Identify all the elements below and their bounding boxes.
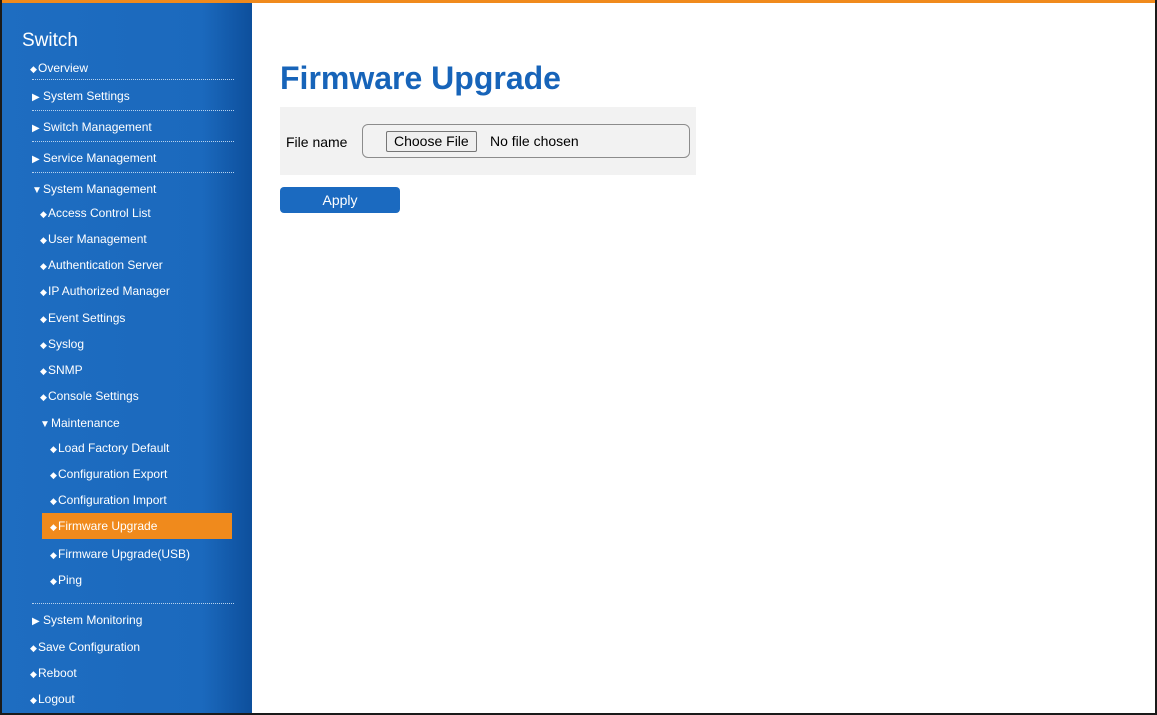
sidebar-item-authentication-server[interactable]: ◆Authentication Server (40, 256, 290, 274)
divider (32, 141, 234, 142)
divider (32, 79, 234, 80)
sidebar-item-label: Access Control List (48, 206, 151, 220)
sidebar-item-console-settings[interactable]: ◆Console Settings (40, 387, 290, 405)
sidebar-item-switch-management[interactable]: ▶ Switch Management (32, 118, 282, 136)
bullet-icon: ◆ (30, 643, 37, 653)
sidebar-item-label: Syslog (48, 337, 85, 351)
bullet-icon: ◆ (30, 64, 37, 74)
bullet-icon: ◆ (50, 496, 57, 506)
upgrade-form: File name Choose File No file chosen (280, 107, 696, 175)
sidebar-item-configuration-export[interactable]: ◆Configuration Export (50, 465, 300, 483)
sidebar-item-label: SNMP (48, 363, 83, 377)
sidebar-item-firmware-upgrade-usb[interactable]: ◆Firmware Upgrade(USB) (50, 545, 300, 563)
sidebar-title: Switch (22, 30, 78, 51)
sidebar-item-label: Maintenance (51, 416, 120, 430)
file-input[interactable]: Choose File No file chosen (362, 124, 690, 158)
sidebar-item-load-factory-default[interactable]: ◆Load Factory Default (50, 439, 300, 457)
sidebar-item-label: Switch Management (43, 120, 152, 134)
sidebar-item-logout[interactable]: ◆Logout (30, 690, 280, 708)
sidebar-item-label: IP Authorized Manager (48, 284, 170, 298)
sidebar-item-system-settings[interactable]: ▶ System Settings (32, 87, 282, 105)
sidebar-item-label: Firmware Upgrade(USB) (58, 547, 191, 561)
sidebar-item-event-settings[interactable]: ◆Event Settings (40, 309, 290, 327)
apply-button[interactable]: Apply (280, 187, 400, 213)
sidebar: Switch ◆Overview ▶ System Settings ▶ Switc… (2, 3, 252, 713)
bullet-icon: ◆ (50, 470, 57, 480)
sidebar-item-access-control-list[interactable]: ◆Access Control List (40, 204, 290, 222)
bullet-icon: ◆ (40, 209, 47, 219)
sidebar-item-user-management[interactable]: ◆User Management (40, 230, 290, 248)
sidebar-item-overview[interactable]: ◆Overview (30, 59, 280, 77)
bullet-icon: ◆ (40, 314, 47, 324)
file-name-label: File name (286, 134, 348, 150)
sidebar-item-label: Service Management (43, 151, 157, 165)
bullet-icon: ◆ (30, 695, 37, 705)
sidebar-item-snmp[interactable]: ◆SNMP (40, 361, 290, 379)
bullet-icon: ◆ (40, 287, 47, 297)
sidebar-item-label: Overview (38, 61, 89, 75)
divider (32, 603, 234, 604)
sidebar-item-label: Reboot (38, 666, 77, 680)
triangle-right-icon: ▶ (32, 616, 40, 627)
sidebar-item-reboot[interactable]: ◆Reboot (30, 664, 280, 682)
sidebar-item-label: System Settings (43, 89, 130, 103)
sidebar-item-label: Configuration Export (58, 467, 168, 481)
sidebar-item-label: Event Settings (48, 311, 126, 325)
bullet-icon: ◆ (40, 392, 47, 402)
sidebar-item-label: User Management (48, 232, 147, 246)
sidebar-item-label: Firmware Upgrade (58, 519, 158, 533)
bullet-icon: ◆ (40, 340, 47, 350)
sidebar-item-label: System Monitoring (43, 613, 143, 627)
divider (32, 110, 234, 111)
triangle-down-icon: ▼ (32, 185, 42, 196)
sidebar-item-ping[interactable]: ◆Ping (50, 571, 300, 589)
triangle-down-icon: ▼ (40, 419, 50, 430)
triangle-right-icon: ▶ (32, 123, 40, 134)
bullet-icon: ◆ (50, 576, 57, 586)
sidebar-item-save-configuration[interactable]: ◆Save Configuration (30, 638, 280, 656)
bullet-icon: ◆ (50, 550, 57, 560)
sidebar-item-label: Authentication Server (48, 258, 163, 272)
sidebar-item-system-monitoring[interactable]: ▶ System Monitoring (32, 611, 282, 629)
triangle-right-icon: ▶ (32, 92, 40, 103)
sidebar-item-maintenance[interactable]: ▼Maintenance (40, 414, 290, 432)
page-title: Firmware Upgrade (280, 60, 561, 96)
sidebar-item-label: Configuration Import (58, 493, 167, 507)
sidebar-item-firmware-upgrade[interactable]: ◆Firmware Upgrade (42, 513, 232, 539)
sidebar-item-label: System Management (43, 182, 157, 196)
bullet-icon: ◆ (40, 366, 47, 376)
sidebar-item-label: Console Settings (48, 389, 139, 403)
bullet-icon: ◆ (50, 522, 57, 532)
sidebar-item-label: Ping (58, 573, 83, 587)
bullet-icon: ◆ (30, 669, 37, 679)
triangle-right-icon: ▶ (32, 154, 40, 165)
sidebar-item-service-management[interactable]: ▶ Service Management (32, 149, 282, 167)
choose-file-button[interactable]: Choose File (386, 131, 477, 152)
sidebar-item-label: Load Factory Default (58, 441, 170, 455)
sidebar-item-label: Logout (38, 692, 75, 706)
sidebar-item-configuration-import[interactable]: ◆Configuration Import (50, 491, 300, 509)
divider (32, 172, 234, 173)
sidebar-item-syslog[interactable]: ◆Syslog (40, 335, 290, 353)
sidebar-item-ip-authorized-manager[interactable]: ◆IP Authorized Manager (40, 282, 290, 300)
bullet-icon: ◆ (40, 261, 47, 271)
file-status-text: No file chosen (490, 133, 579, 149)
sidebar-item-system-management[interactable]: ▼System Management (32, 180, 282, 198)
sidebar-item-label: Save Configuration (38, 640, 141, 654)
bullet-icon: ◆ (40, 235, 47, 245)
bullet-icon: ◆ (50, 444, 57, 454)
